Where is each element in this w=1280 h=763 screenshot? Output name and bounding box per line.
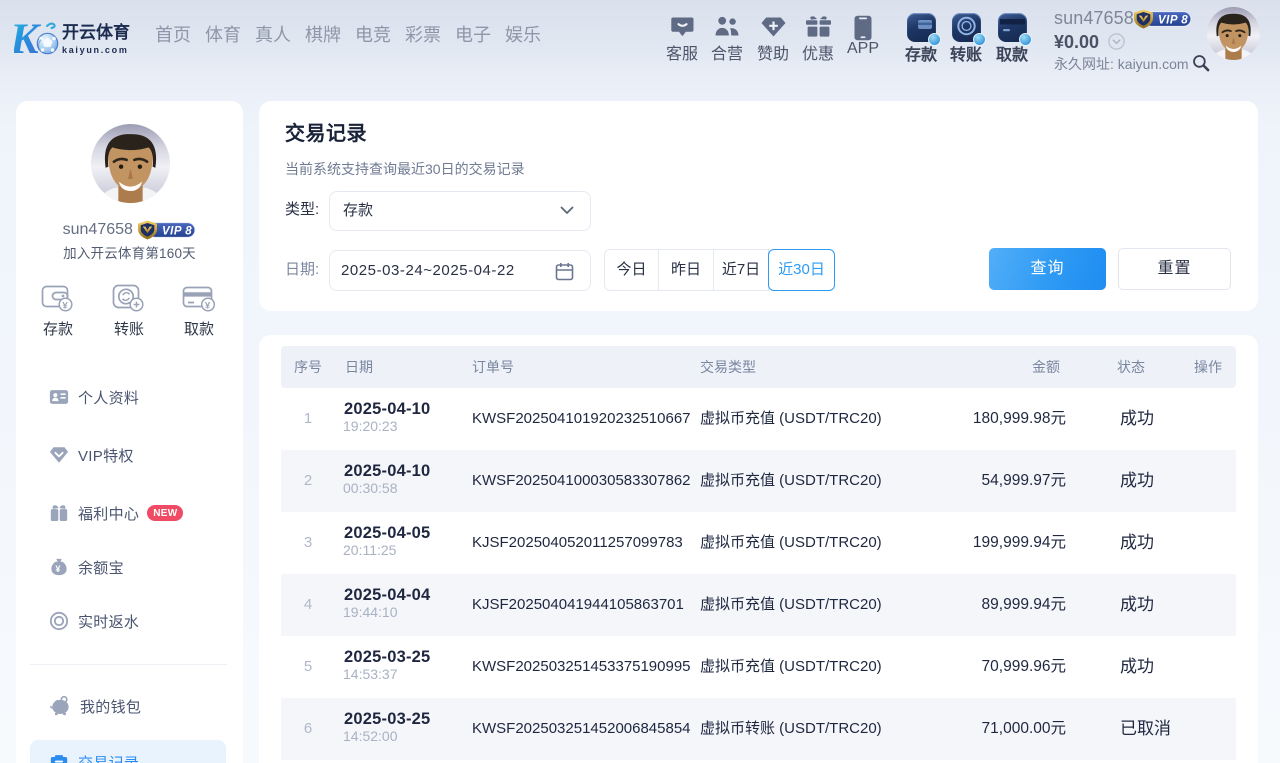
svg-text:VIP 8: VIP 8: [162, 225, 192, 237]
svg-text:¥: ¥: [62, 300, 68, 311]
svg-text:VIP 8: VIP 8: [1158, 14, 1188, 26]
svg-text:¥: ¥: [205, 300, 211, 311]
